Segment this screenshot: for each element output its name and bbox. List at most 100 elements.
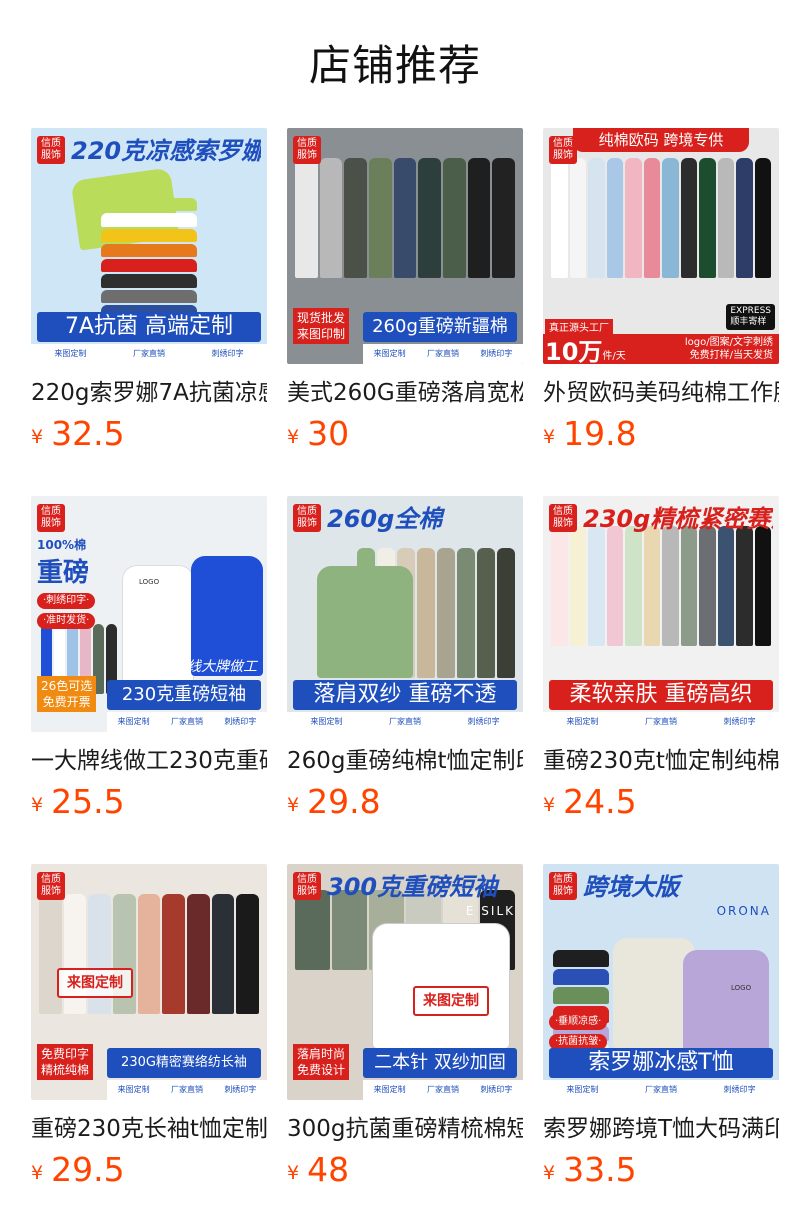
feature-text: 厂家直销: [132, 349, 165, 358]
product-card[interactable]: 信质服饰 300克重磅短袖 E SILK 来图定制 落肩时尚 免费设计 二本针 双纱加固来…: [287, 864, 523, 1190]
shirt-graphic: [569, 526, 586, 646]
service-line: logo/图案/文字刺绣: [684, 337, 773, 348]
shirt-graphic: [717, 158, 734, 278]
image-banner: 230克重磅短袖: [107, 680, 261, 710]
product-image[interactable]: 信质服饰 260g全棉落肩双纱 重磅不透 来图定制 厂家直销 刺绣印字: [287, 496, 523, 732]
product-card[interactable]: 信质服饰 现货批发 来图印制 260g重磅新疆棉 来图定制 厂家直销 刺绣印字 美式260G…: [287, 128, 523, 454]
brand-logo: 信质服饰: [293, 504, 321, 532]
capacity-unit: 件/天: [602, 350, 626, 362]
product-card[interactable]: 信质服饰 纯棉欧码 跨境专供 真正源头工厂 10万 件/天 logo/图案/文字刺绣 免费打…: [543, 128, 779, 454]
shirt-graphic: [211, 894, 235, 1014]
image-banner: 落肩双纱 重磅不透: [293, 680, 517, 710]
capacity-bar: 10万 件/天 logo/图案/文字刺绣 免费打样/当天发货: [543, 334, 779, 364]
feature-text: 厂家直销: [426, 349, 459, 358]
custom-stamp: 来图定制: [413, 986, 489, 1016]
shirt-graphic: [662, 526, 679, 646]
product-name[interactable]: 260g重磅纯棉t恤定制印logo: [287, 746, 523, 776]
product-card[interactable]: 信质服饰 100%棉 重磅 ·刺绣印字· ·准时发货· 一线大牌做工 LOGO 26色可选 免…: [31, 496, 267, 822]
feature-text: 刺绣印字: [723, 717, 756, 726]
feature-bar: 来图定制 厂家直销 刺绣印字: [31, 344, 267, 364]
logo-placeholder: LOGO: [139, 578, 160, 586]
product-image[interactable]: 信质服饰 100%棉 重磅 ·刺绣印字· ·准时发货· 一线大牌做工 LOGO 26色可选 免…: [31, 496, 267, 732]
service-lines: logo/图案/文字刺绣 免费打样/当天发货: [685, 336, 773, 362]
feature-text: 厂家直销: [644, 717, 677, 726]
shirt-graphic: [643, 158, 660, 278]
product-name[interactable]: 外贸欧码美码纯棉工作服短袖: [543, 378, 779, 408]
feature-bar: 来图定制 厂家直销 刺绣印字: [107, 1080, 267, 1100]
product-image[interactable]: 信质服饰 现货批发 来图印制 260g重磅新疆棉 来图定制 厂家直销 刺绣印字: [287, 128, 523, 364]
shirt-graphic: [344, 158, 368, 278]
express-badge: EXPRESS 顺丰寄样: [726, 304, 775, 330]
shirt-graphic: [553, 968, 609, 986]
shirt-graphic: [662, 158, 679, 278]
product-image[interactable]: 信质服饰 300克重磅短袖 E SILK 来图定制 落肩时尚 免费设计 二本针 双纱加固来…: [287, 864, 523, 1100]
product-image[interactable]: 信质服饰 纯棉欧码 跨境专供 真正源头工厂 10万 件/天 logo/图案/文字刺绣 免费打…: [543, 128, 779, 364]
product-price: ¥33.5: [543, 1150, 779, 1190]
product-name[interactable]: 300g抗菌重磅精梳棉短袖t恤: [287, 1114, 523, 1144]
feature-text: 厂家直销: [170, 1085, 203, 1094]
feature-badge: 重磅: [37, 558, 90, 588]
currency-symbol: ¥: [543, 1162, 556, 1184]
shirt-graphic: [569, 158, 586, 278]
product-image[interactable]: 信质服饰 220克凉感索罗娜 7A抗菌 高端定制 来图定制 厂家直销 刺绣印字: [31, 128, 267, 364]
promo-tag: 26色可选 免费开票: [37, 676, 97, 712]
shirt-graphic: [437, 548, 455, 678]
feature-text: 厂家直销: [426, 1085, 459, 1094]
shirt-graphic: [467, 158, 491, 278]
image-headline: 260g全棉: [327, 505, 443, 533]
feature-bar: 来图定制 厂家直销 刺绣印字: [107, 712, 267, 732]
feature-badge: ·垂顺凉感·: [549, 1014, 608, 1030]
shirt-graphic: [717, 526, 734, 646]
currency-symbol: ¥: [31, 426, 44, 448]
product-name[interactable]: 220g索罗娜7A抗菌凉感短袖t恤定制: [31, 378, 267, 408]
image-banner: 二本针 双纱加固: [363, 1048, 517, 1078]
custom-stamp: 来图定制: [57, 968, 133, 998]
shirt-rack-graphic: [551, 526, 771, 646]
price-value: 25.5: [51, 782, 125, 821]
feature-text: 厂家直销: [388, 717, 421, 726]
product-price: ¥24.5: [543, 782, 779, 822]
product-card[interactable]: 信质服饰230g精梳紧密赛洛纺柔软亲肤 重磅高织来图定制 厂家直销 刺绣印字重磅23…: [543, 496, 779, 822]
product-image[interactable]: 信质服饰 跨境大版 ORONA ·垂顺凉感· ·抗菌抗皱· LOGO 索罗娜冰感T恤 来图定制…: [543, 864, 779, 1100]
shirt-graphic: [497, 548, 515, 678]
currency-symbol: ¥: [543, 426, 556, 448]
image-banner: 230G精密赛络纺长袖: [107, 1048, 261, 1078]
product-name[interactable]: 重磅230克长袖t恤定制纯棉: [31, 1114, 267, 1144]
shirt-rack-graphic: [551, 158, 771, 278]
product-card[interactable]: 信质服饰 跨境大版 ORONA ·垂顺凉感· ·抗菌抗皱· LOGO 索罗娜冰感T恤 来图定制…: [543, 864, 779, 1190]
badge-list: 100%棉 重磅 ·刺绣印字· ·准时发货·: [37, 536, 96, 629]
shirt-graphic: [492, 158, 516, 278]
price-value: 33.5: [563, 1150, 637, 1189]
product-card[interactable]: 信质服饰 来图定制 免费印字 精梳纯棉 230G精密赛络纺长袖 来图定制 厂家直销 刺绣印字…: [31, 864, 267, 1190]
product-name[interactable]: 美式260G重磅落肩宽松纯棉短袖: [287, 378, 523, 408]
image-slogan: 一线大牌做工: [173, 659, 257, 675]
product-image[interactable]: 信质服饰230g精梳紧密赛洛纺柔软亲肤 重磅高织来图定制 厂家直销 刺绣印字: [543, 496, 779, 732]
currency-symbol: ¥: [287, 426, 300, 448]
product-name[interactable]: 一大牌线做工230克重磅短袖t恤: [31, 746, 267, 776]
feature-text: 来图定制: [566, 1085, 599, 1094]
promo-tag: 免费印字 精梳纯棉: [37, 1044, 94, 1080]
product-card[interactable]: 信质服饰 220克凉感索罗娜 7A抗菌 高端定制 来图定制 厂家直销 刺绣印字 220g索罗…: [31, 128, 267, 454]
capacity-value: 10万: [545, 337, 603, 365]
feature-text: 刺绣印字: [224, 717, 257, 726]
shirt-graphic: [625, 158, 642, 278]
product-name[interactable]: 重磅230克t恤定制纯棉短袖印字: [543, 746, 779, 776]
featured-shirt-graphic: [317, 566, 413, 678]
product-image[interactable]: 信质服饰 来图定制 免费印字 精梳纯棉 230G精密赛络纺长袖 来图定制 厂家直销 刺绣印字: [31, 864, 267, 1100]
feature-bar: 来图定制 厂家直销 刺绣印字: [287, 712, 523, 732]
shirt-graphic: [588, 526, 605, 646]
product-card[interactable]: 信质服饰 260g全棉落肩双纱 重磅不透 来图定制 厂家直销 刺绣印字 260g重磅纯棉t…: [287, 496, 523, 822]
feature-badge: 100%棉: [37, 538, 87, 552]
shirt-graphic: [187, 894, 210, 1014]
feature-badge: ·准时发货·: [37, 613, 96, 629]
image-headline: 跨境大版: [583, 873, 679, 901]
currency-symbol: ¥: [287, 1162, 300, 1184]
feature-text: 来图定制: [373, 349, 406, 358]
image-headline: 220克凉感索罗娜: [71, 137, 261, 165]
shirt-graphic: [295, 890, 330, 970]
shirt-graphic: [680, 526, 697, 646]
shirt-graphic: [236, 894, 260, 1014]
image-headline: 300克重磅短袖: [327, 873, 498, 901]
product-name[interactable]: 索罗娜跨境T恤大码满印短袖: [543, 1114, 779, 1144]
shirt-graphic: [551, 526, 568, 646]
